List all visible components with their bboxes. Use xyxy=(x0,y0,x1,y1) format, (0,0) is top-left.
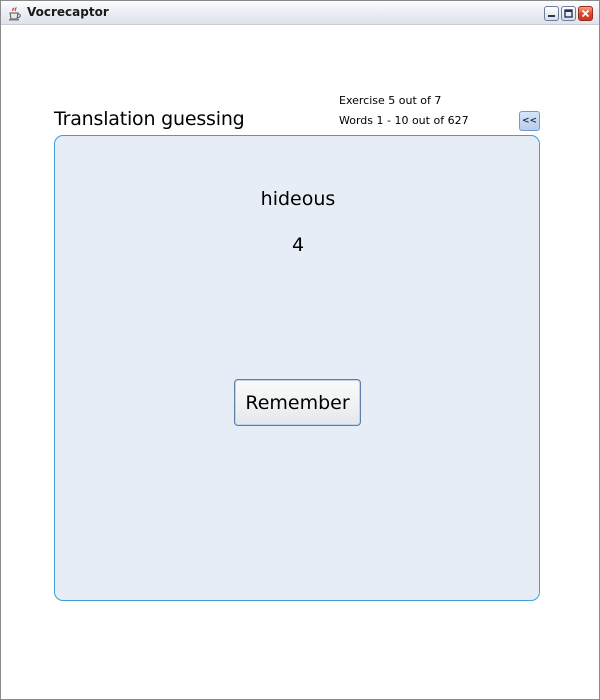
close-icon[interactable] xyxy=(578,6,593,21)
java-cup-icon xyxy=(7,6,22,21)
page-title: Translation guessing xyxy=(54,108,245,130)
exercise-card: hideous 4 Remember xyxy=(54,135,540,601)
minimize-icon[interactable] xyxy=(544,6,559,21)
exercise-progress-label: Exercise 5 out of 7 xyxy=(339,94,442,107)
word-count-value: 4 xyxy=(291,234,305,256)
window-title: Vocrecaptor xyxy=(27,5,109,19)
maximize-icon[interactable] xyxy=(561,6,576,21)
title-bar[interactable]: Vocrecaptor xyxy=(1,1,599,25)
remember-button[interactable]: Remember xyxy=(234,379,361,426)
words-range-label: Words 1 - 10 out of 627 xyxy=(339,114,469,127)
current-word: hideous xyxy=(260,188,336,210)
back-button[interactable]: << xyxy=(519,111,540,131)
